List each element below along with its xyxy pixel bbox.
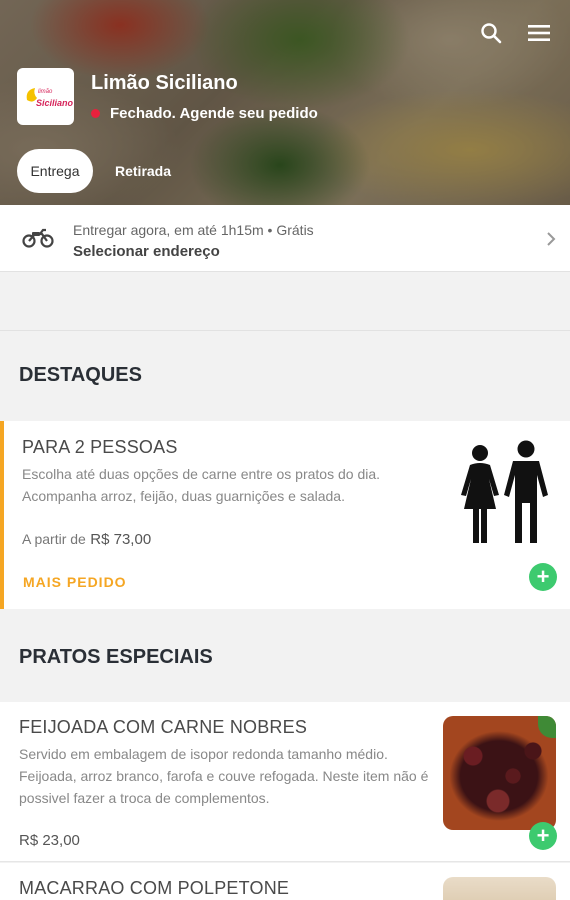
- divider: [0, 330, 570, 331]
- restaurant-header: limão Siciliano Limão Siciliano Fechado.…: [0, 0, 570, 205]
- menu-item-card[interactable]: MACARRAO COM POLPETONE: [0, 863, 570, 900]
- item-price: R$ 23,00: [19, 832, 80, 849]
- item-name: PARA 2 PESSOAS: [22, 437, 178, 457]
- svg-text:limão: limão: [38, 89, 53, 95]
- restaurant-logo: limão Siciliano: [17, 68, 74, 125]
- add-item-button[interactable]: +: [529, 563, 557, 591]
- tab-entrega[interactable]: Entrega: [17, 149, 93, 193]
- logo-text: Siciliano: [36, 98, 74, 108]
- item-name: FEIJOADA COM CARNE NOBRES: [19, 717, 308, 737]
- macarrao-image: [443, 877, 556, 900]
- item-description: Escolha até duas opções de carne entre o…: [22, 466, 381, 504]
- restaurant-name: Limão Siciliano: [91, 72, 238, 94]
- item-description: Servido em embalagem de isopor redonda t…: [19, 746, 429, 806]
- featured-item-card[interactable]: PARA 2 PESSOAS Escolha até duas opções d…: [0, 421, 570, 609]
- search-icon[interactable]: [478, 20, 504, 46]
- closed-status-dot: [91, 109, 100, 118]
- select-address-label: Selecionar endereço: [73, 243, 220, 260]
- motorcycle-icon: [22, 227, 54, 254]
- status-text: Fechado. Agende seu pedido: [110, 105, 318, 122]
- delivery-time-fee: Entregar agora, em até 1h15m • Grátis: [73, 222, 314, 238]
- section-title-pratos-especiais: PRATOS ESPECIAIS: [19, 646, 213, 668]
- tab-retirada[interactable]: Retirada: [115, 149, 171, 193]
- item-price-row: A partir de R$ 73,00: [22, 531, 151, 549]
- chevron-right-icon: [546, 231, 556, 252]
- item-price: R$ 73,00: [90, 531, 152, 548]
- price-prefix: A partir de: [22, 531, 86, 547]
- section-title-destaques: DESTAQUES: [19, 364, 142, 386]
- most-ordered-badge: MAIS PEDIDO: [23, 574, 127, 590]
- add-item-button[interactable]: +: [529, 822, 557, 850]
- header-actions: [478, 20, 552, 46]
- feijoada-image: [443, 716, 556, 830]
- delivery-address-selector[interactable]: Entregar agora, em até 1h15m • Grátis Se…: [0, 205, 570, 272]
- restaurant-page: limão Siciliano Limão Siciliano Fechado.…: [0, 0, 570, 900]
- status-indicator: Fechado. Agende seu pedido: [91, 105, 318, 122]
- menu-icon[interactable]: [526, 20, 552, 46]
- item-name: MACARRAO COM POLPETONE: [19, 878, 290, 898]
- menu-item-card[interactable]: FEIJOADA COM CARNE NOBRES Servido em emb…: [0, 702, 570, 862]
- garnish-leaf: [538, 716, 556, 738]
- couple-icon: [453, 439, 551, 552]
